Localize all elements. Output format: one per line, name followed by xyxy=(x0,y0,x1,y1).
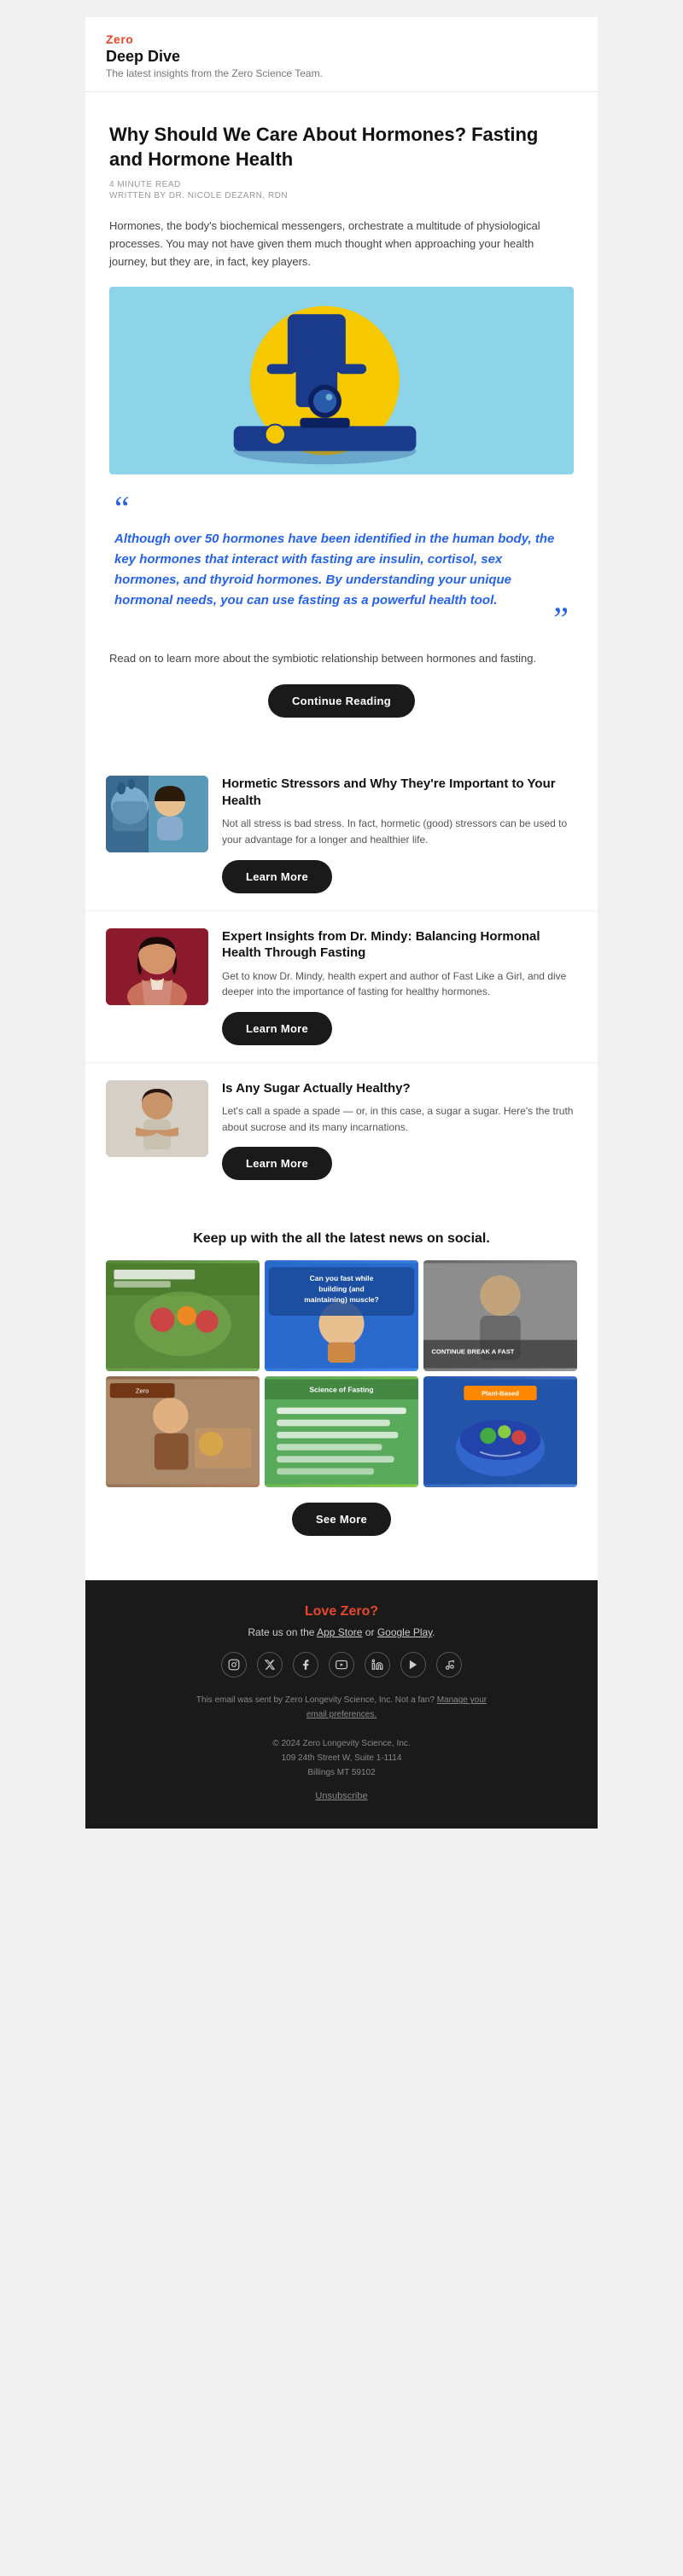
svg-text:CONTINUE BREAK A FAST: CONTINUE BREAK A FAST xyxy=(431,1348,514,1356)
social-post-5[interactable]: Science of Fasting xyxy=(265,1376,418,1487)
email-header: Zero Deep Dive The latest insights from … xyxy=(85,17,598,92)
footer-address-2: Billings MT 59102 xyxy=(106,1765,577,1780)
learn-more-button-2[interactable]: Learn More xyxy=(222,1012,332,1045)
footer-copyright: © 2024 Zero Longevity Science, Inc. xyxy=(106,1736,577,1751)
card-title-2: Expert Insights from Dr. Mindy: Balancin… xyxy=(222,928,577,962)
card-content-2: Expert Insights from Dr. Mindy: Balancin… xyxy=(222,928,577,1045)
continue-reading-btn-row: Continue Reading xyxy=(109,684,574,718)
social-section: Keep up with the all the latest news on … xyxy=(85,1211,598,1573)
see-more-btn-row: See More xyxy=(106,1503,577,1536)
facebook-icon[interactable] xyxy=(293,1652,318,1678)
social-post-1[interactable] xyxy=(106,1260,260,1371)
card-body-1: Not all stress is bad stress. In fact, h… xyxy=(222,816,577,847)
continue-reading-button[interactable]: Continue Reading xyxy=(268,684,415,718)
social-grid: Can you fast while building (and maintai… xyxy=(106,1260,577,1487)
main-article-card: Why Should We Care About Hormones? Fasti… xyxy=(85,99,598,745)
card-body-2: Get to know Dr. Mindy, health expert and… xyxy=(222,968,577,1000)
svg-text:maintaining) muscle?: maintaining) muscle? xyxy=(304,1295,379,1304)
footer-unsubscribe-row: Unsubscribe xyxy=(106,1788,577,1805)
podcast-play-icon[interactable] xyxy=(400,1652,426,1678)
newsletter-subtitle: The latest insights from the Zero Scienc… xyxy=(106,67,577,79)
social-post-6[interactable]: Plant-Based xyxy=(423,1376,577,1487)
card-3-btn-row: Learn More xyxy=(222,1147,577,1180)
footer-rate-text: Rate us on the App Store or Google Play. xyxy=(106,1626,577,1638)
article-card-2: Expert Insights from Dr. Mindy: Balancin… xyxy=(85,911,598,1063)
svg-text:Science of Fasting: Science of Fasting xyxy=(309,1386,373,1394)
footer-love-heading: Love Zero? xyxy=(106,1604,577,1619)
social-icons-row xyxy=(106,1652,577,1678)
footer-address-1: 109 24th Street W, Suite 1-1114 xyxy=(106,1751,577,1765)
svg-text:Plant-Based: Plant-Based xyxy=(482,1390,519,1398)
manage-prefs-link[interactable]: Manage youremail preferences. xyxy=(306,1695,487,1719)
svg-text:Zero: Zero xyxy=(136,1387,149,1395)
read-time: 4 MINUTE READ xyxy=(109,180,574,189)
see-more-button[interactable]: See More xyxy=(292,1503,391,1536)
article-card-1: Hormetic Stressors and Why They're Impor… xyxy=(85,759,598,910)
app-store-link[interactable]: App Store xyxy=(317,1626,362,1638)
card-content-1: Hormetic Stressors and Why They're Impor… xyxy=(222,776,577,893)
brand-name: Zero xyxy=(106,32,577,46)
main-article-title: Why Should We Care About Hormones? Fasti… xyxy=(109,123,574,172)
card-title-1: Hormetic Stressors and Why They're Impor… xyxy=(222,776,577,809)
card-body-3: Let's call a spade a spade — or, in this… xyxy=(222,1103,577,1135)
google-play-link[interactable]: Google Play xyxy=(377,1626,432,1638)
unsubscribe-link[interactable]: Unsubscribe xyxy=(315,1791,367,1801)
card-2-btn-row: Learn More xyxy=(222,1012,577,1045)
article-card-3: Is Any Sugar Actually Healthy? Let's cal… xyxy=(85,1063,598,1198)
social-post-3[interactable]: CONTINUE BREAK A FAST xyxy=(423,1260,577,1371)
footer-legal: This email was sent by Zero Longevity Sc… xyxy=(106,1693,577,1805)
learn-more-button-3[interactable]: Learn More xyxy=(222,1147,332,1180)
written-by: WRITTEN BY DR. NICOLE DEZARN, RDN xyxy=(109,191,574,201)
social-heading: Keep up with the all the latest news on … xyxy=(106,1231,577,1247)
card-1-btn-row: Learn More xyxy=(222,860,577,893)
quote-text: Although over 50 hormones have been iden… xyxy=(114,529,569,611)
footer-legal-sent: This email was sent by Zero Longevity Sc… xyxy=(106,1693,577,1722)
main-article-body: Hormones, the body's biochemical messeng… xyxy=(109,218,574,270)
quote-block: “ Although over 50 hormones have been id… xyxy=(109,491,574,637)
social-post-4[interactable]: Zero xyxy=(106,1376,260,1487)
newsletter-title: Deep Dive xyxy=(106,48,577,66)
quote-mark-open: “ xyxy=(114,491,569,526)
read-on-text: Read on to learn more about the symbioti… xyxy=(109,650,574,668)
svg-text:Can you fast while: Can you fast while xyxy=(310,1275,374,1283)
footer: Love Zero? Rate us on the App Store or G… xyxy=(85,1580,598,1829)
card-thumbnail-1 xyxy=(106,776,208,852)
card-thumbnail-3 xyxy=(106,1080,208,1157)
social-post-2[interactable]: Can you fast while building (and maintai… xyxy=(265,1260,418,1371)
learn-more-button-1[interactable]: Learn More xyxy=(222,860,332,893)
svg-text:building (and: building (and xyxy=(318,1285,364,1294)
card-title-3: Is Any Sugar Actually Healthy? xyxy=(222,1080,577,1097)
hero-image xyxy=(109,287,574,474)
music-icon[interactable] xyxy=(436,1652,462,1678)
card-thumbnail-2 xyxy=(106,928,208,1005)
youtube-icon[interactable] xyxy=(329,1652,354,1678)
instagram-icon[interactable] xyxy=(221,1652,247,1678)
linkedin-icon[interactable] xyxy=(365,1652,390,1678)
twitter-icon[interactable] xyxy=(257,1652,283,1678)
secondary-articles-section: Hormetic Stressors and Why They're Impor… xyxy=(85,752,598,1204)
card-content-3: Is Any Sugar Actually Healthy? Let's cal… xyxy=(222,1080,577,1181)
